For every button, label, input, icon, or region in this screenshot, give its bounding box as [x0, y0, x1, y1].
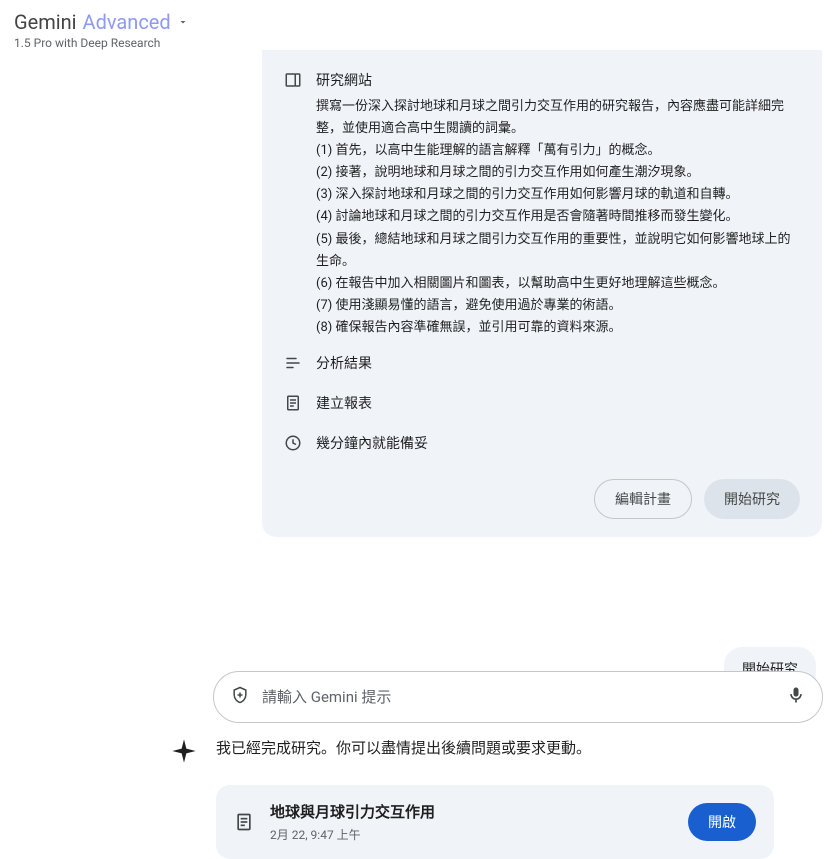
prompt-input[interactable] [262, 688, 774, 706]
plan-step-eta: 幾分鐘內就能備妥 [284, 433, 800, 459]
edit-plan-button[interactable]: 編輯計畫 [594, 479, 692, 519]
prompt-input-bar[interactable] [213, 671, 823, 723]
plan-item: (5) 最後，總結地球和月球之間引力交互作用的重要性，並說明它如何影響地球上的生… [316, 229, 800, 273]
sparkle-icon [170, 737, 198, 765]
app-header: Gemini Advanced 1.5 Pro with Deep Resear… [0, 0, 840, 50]
plan-item: (3) 深入探討地球和月球之間的引力交互作用如何影響月球的軌道和自轉。 [316, 184, 800, 206]
report-timestamp: 2月 22, 9:47 上午 [270, 826, 672, 843]
plan-step-research: 研究網站 撰寫一份深入探討地球和月球之間引力交互作用的研究報告，內容應盡可能詳細… [284, 70, 800, 339]
start-research-button[interactable]: 開始研究 [704, 479, 800, 519]
plan-item: (1) 首先，以高中生能理解的語言解釋「萬有引力」的概念。 [316, 140, 800, 162]
document-icon [234, 812, 254, 832]
plan-step-report: 建立報表 [284, 393, 800, 419]
plan-step-analyze: 分析結果 [284, 353, 800, 379]
plan-step-title: 幾分鐘內就能備妥 [316, 433, 800, 453]
chevron-down-icon [177, 13, 189, 32]
plan-item: (7) 使用淺顯易懂的語言，避免使用過於專業的術語。 [316, 295, 800, 317]
plan-step-title: 建立報表 [316, 393, 800, 413]
shield-plus-icon [230, 685, 250, 709]
plan-step-body: 撰寫一份深入探討地球和月球之間引力交互作用的研究報告，內容應盡可能詳細完整，並使… [316, 96, 800, 339]
brand-advanced: Advanced [83, 10, 171, 34]
plan-item: (4) 討論地球和月球之間的引力交互作用是否會隨著時間推移而發生變化。 [316, 206, 800, 228]
plan-step-title: 分析結果 [316, 353, 800, 373]
open-report-button[interactable]: 開啟 [688, 803, 756, 841]
plan-item: (2) 接著，說明地球和月球之間的引力交互作用如何產生潮汐現象。 [316, 162, 800, 184]
analyze-icon [284, 354, 302, 372]
research-plan-card: 研究網站 撰寫一份深入探討地球和月球之間引力交互作用的研究報告，內容應盡可能詳細… [262, 50, 822, 537]
assistant-message-text: 我已經完成研究。你可以盡情提出後續問題或要求更動。 [216, 737, 591, 758]
document-icon [284, 394, 302, 412]
plan-step-title: 研究網站 [316, 70, 800, 90]
plan-actions: 編輯計畫 開始研究 [284, 479, 800, 519]
report-title: 地球與月球引力交互作用 [270, 801, 672, 822]
browse-icon [284, 71, 302, 89]
report-card: 地球與月球引力交互作用 2月 22, 9:47 上午 開啟 [216, 785, 774, 859]
microphone-icon[interactable] [786, 685, 806, 709]
plan-item: (8) 確保報告內容準確無誤，並引用可靠的資料來源。 [316, 317, 800, 339]
plan-intro: 撰寫一份深入探討地球和月球之間引力交互作用的研究報告，內容應盡可能詳細完整，並使… [316, 96, 800, 140]
model-selector[interactable]: Gemini Advanced [14, 10, 826, 34]
brand-main: Gemini [14, 10, 77, 34]
plan-item: (6) 在報告中加入相關圖片和圖表，以幫助高中生更好地理解這些概念。 [316, 273, 800, 295]
conversation-area: 研究網站 撰寫一份深入探討地球和月球之間引力交互作用的研究報告，內容應盡可能詳細… [0, 50, 840, 859]
clock-icon [284, 434, 302, 452]
assistant-message-row: 我已經完成研究。你可以盡情提出後續問題或要求更動。 [210, 737, 816, 765]
model-subtitle: 1.5 Pro with Deep Research [14, 36, 826, 50]
